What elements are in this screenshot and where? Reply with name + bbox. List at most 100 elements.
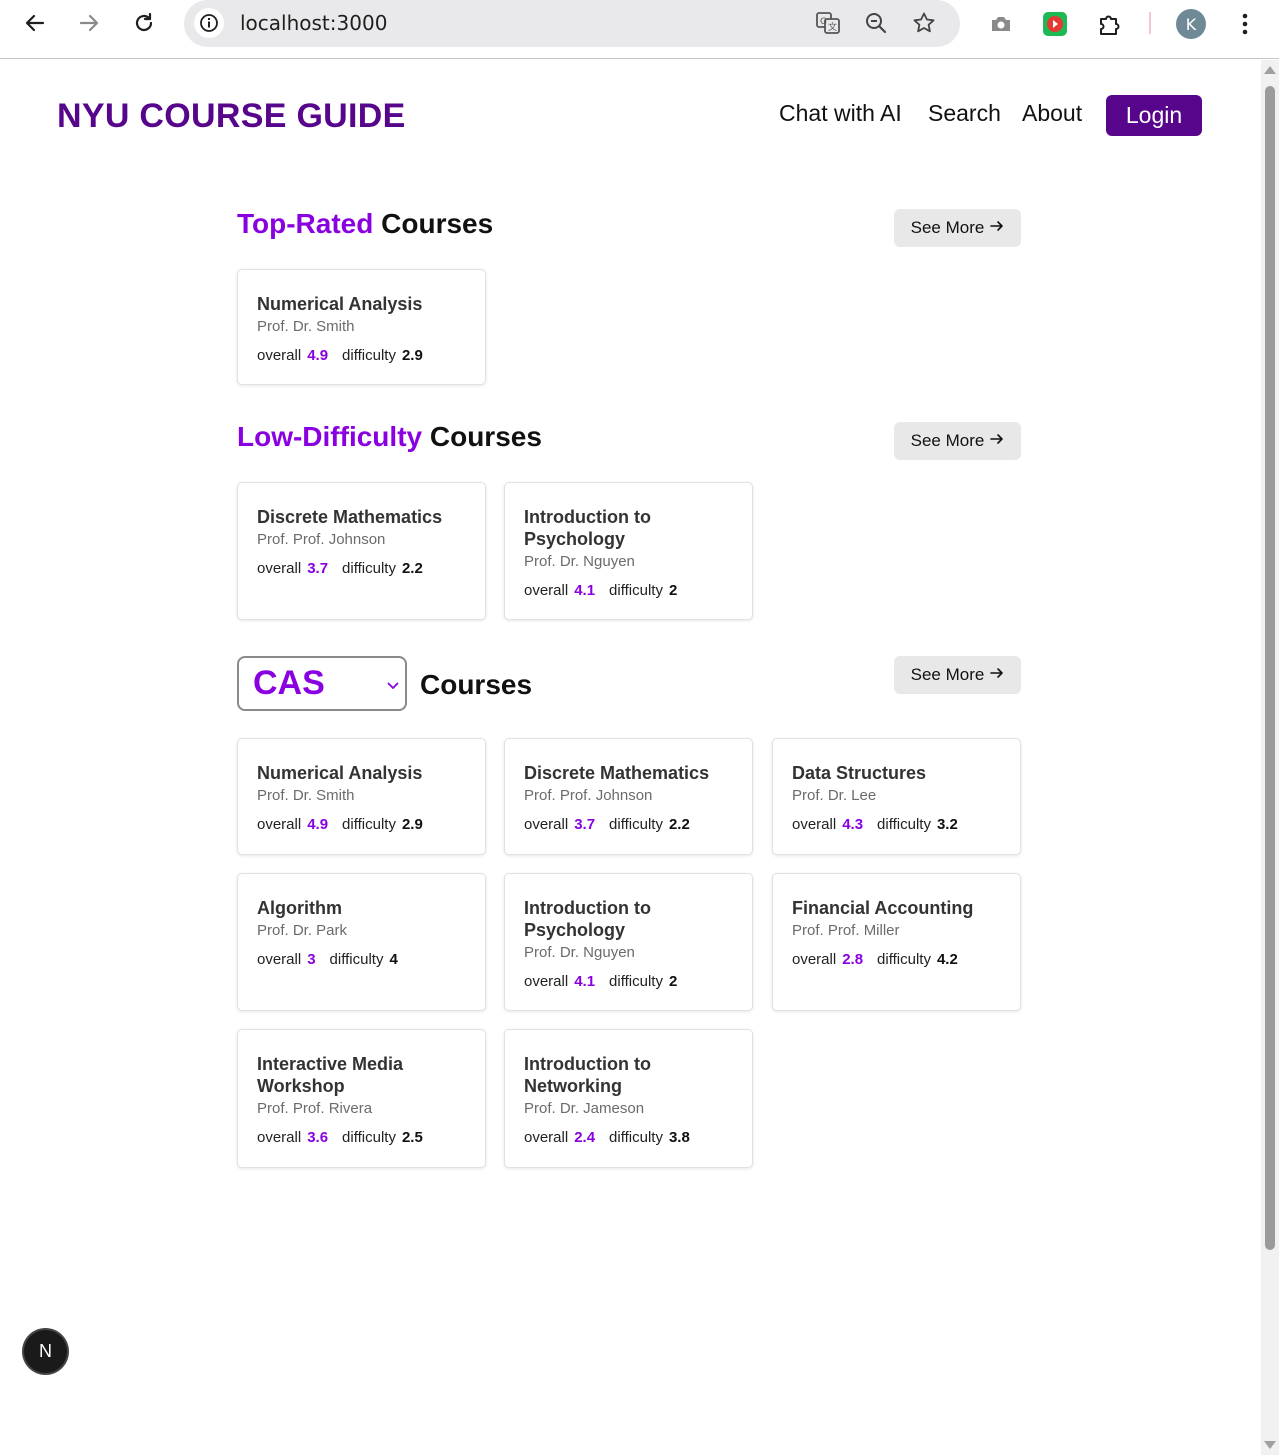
svg-text:文: 文 bbox=[828, 21, 837, 33]
toolbar-divider bbox=[1149, 12, 1151, 34]
difficulty-label: difficulty bbox=[877, 951, 931, 968]
scroll-down-icon[interactable] bbox=[1264, 1441, 1276, 1449]
difficulty-rating: 4 bbox=[389, 951, 398, 968]
course-professor: Prof. Dr. Smith bbox=[257, 318, 355, 335]
see-more-low-difficulty-button[interactable]: See More bbox=[894, 422, 1021, 460]
overall-label: overall bbox=[524, 582, 569, 599]
page-scrollbar[interactable] bbox=[1261, 60, 1279, 1455]
overall-rating: 3.6 bbox=[307, 1129, 329, 1146]
site-info-icon[interactable] bbox=[194, 8, 224, 38]
course-professor: Prof. Prof. Rivera bbox=[257, 1100, 373, 1117]
site-logo[interactable]: NYU COURSE GUIDE bbox=[57, 97, 406, 136]
course-card[interactable]: Introduction to Networking Prof. Dr. Jame… bbox=[504, 1029, 753, 1168]
difficulty-label: difficulty bbox=[342, 1129, 396, 1146]
difficulty-rating: 2.9 bbox=[401, 347, 423, 364]
course-title: Algorithm bbox=[257, 898, 342, 918]
scrollbar-thumb[interactable] bbox=[1265, 86, 1275, 1250]
nextjs-dev-badge[interactable]: N bbox=[24, 1330, 67, 1373]
login-button[interactable]: Login bbox=[1106, 95, 1202, 136]
difficulty-rating: 2.2 bbox=[668, 816, 690, 833]
course-professor: Prof. Dr. Nguyen bbox=[524, 553, 635, 570]
overall-rating: 3.7 bbox=[307, 560, 329, 577]
course-card[interactable]: Introduction to Psychology Prof. Dr. Nguy… bbox=[504, 873, 753, 1011]
course-stats: overall 4.9 difficulty 2.9 bbox=[257, 346, 466, 366]
course-card[interactable]: Data Structures Prof. Dr. Lee overall 4.3 di… bbox=[772, 738, 1021, 855]
course-professor: Prof. Prof. Miller bbox=[792, 922, 900, 939]
back-icon[interactable] bbox=[18, 6, 52, 40]
difficulty-rating: 2 bbox=[668, 973, 678, 990]
overall-rating: 2.4 bbox=[574, 1129, 596, 1146]
nav-chat-link[interactable]: Chat with AI bbox=[779, 100, 902, 127]
see-more-school-button[interactable]: See More bbox=[894, 656, 1021, 694]
translate-icon[interactable]: G文 bbox=[814, 9, 842, 37]
course-title: Introduction to Psychology bbox=[524, 898, 651, 940]
course-card[interactable]: Financial Accounting Prof. Prof. Miller ov… bbox=[772, 873, 1021, 1011]
difficulty-rating: 2.2 bbox=[401, 560, 423, 577]
arrow-right-icon bbox=[990, 431, 1004, 451]
overall-label: overall bbox=[257, 1129, 302, 1146]
difficulty-label: difficulty bbox=[609, 816, 663, 833]
school-select[interactable]: CAS bbox=[237, 656, 407, 711]
extension-video-icon[interactable] bbox=[1039, 8, 1071, 40]
zoom-icon[interactable] bbox=[862, 9, 890, 37]
overall-label: overall bbox=[257, 816, 302, 833]
overall-rating: 4.9 bbox=[307, 816, 329, 833]
extensions-puzzle-icon[interactable] bbox=[1094, 8, 1126, 40]
nav-search-link[interactable]: Search bbox=[928, 100, 1001, 127]
address-bar[interactable]: localhost:3000 G文 bbox=[184, 0, 960, 47]
difficulty-rating: 2.9 bbox=[401, 816, 423, 833]
overall-rating: 3 bbox=[307, 951, 316, 968]
chevron-down-icon bbox=[387, 677, 399, 695]
course-card[interactable]: Discrete Mathematics Prof. Prof. Johnson o… bbox=[237, 482, 486, 620]
course-title: Discrete Mathematics bbox=[524, 763, 710, 783]
course-title: Discrete Mathematics bbox=[257, 507, 443, 527]
course-professor: Prof. Dr. Jameson bbox=[524, 1100, 645, 1117]
difficulty-rating: 3.8 bbox=[668, 1129, 690, 1146]
school-select-value: CAS bbox=[253, 664, 325, 702]
profile-avatar[interactable]: K bbox=[1176, 9, 1206, 39]
course-professor: Prof. Prof. Johnson bbox=[257, 531, 386, 548]
course-card[interactable]: Numerical Analysis Prof. Dr. Smith overall… bbox=[237, 269, 486, 385]
reload-icon[interactable] bbox=[127, 6, 161, 40]
course-stats: overall 4.9 difficulty 2.9 bbox=[257, 815, 466, 835]
course-stats: overall 3.6 difficulty 2.5 bbox=[257, 1128, 466, 1148]
section-title-low-difficulty: Low-Difficulty Courses bbox=[237, 421, 542, 453]
nav-about-link[interactable]: About bbox=[1022, 100, 1082, 127]
course-stats: overall 4.1 difficulty 2 bbox=[524, 972, 733, 992]
camera-icon[interactable] bbox=[985, 8, 1017, 40]
course-card[interactable]: Introduction to Psychology Prof. Dr. Nguy… bbox=[504, 482, 753, 620]
scroll-up-icon[interactable] bbox=[1264, 66, 1276, 74]
course-card[interactable]: Numerical Analysis Prof. Dr. Smith overall… bbox=[237, 738, 486, 855]
course-card[interactable]: Interactive Media Workshop Prof. Prof. Ri… bbox=[237, 1029, 486, 1168]
overall-label: overall bbox=[257, 347, 302, 364]
course-title: Financial Accounting bbox=[792, 898, 974, 918]
section-title-rest: Courses bbox=[381, 208, 494, 239]
difficulty-label: difficulty bbox=[329, 951, 384, 968]
overall-label: overall bbox=[257, 951, 302, 968]
section-title-accent: Top-Rated bbox=[237, 208, 374, 239]
course-card[interactable]: Discrete Mathematics Prof. Prof. Johnson o… bbox=[504, 738, 753, 855]
menu-kebab-icon[interactable] bbox=[1229, 8, 1261, 40]
browser-toolbar: localhost:3000 G文 K bbox=[0, 0, 1279, 59]
difficulty-label: difficulty bbox=[342, 560, 396, 577]
difficulty-rating: 2.5 bbox=[401, 1129, 423, 1146]
difficulty-label: difficulty bbox=[342, 347, 396, 364]
see-more-top-rated-button[interactable]: See More bbox=[894, 209, 1021, 247]
forward-icon[interactable] bbox=[72, 6, 106, 40]
course-professor: Prof. Dr. Smith bbox=[257, 787, 355, 804]
course-title: Numerical Analysis bbox=[257, 763, 423, 783]
bookmark-star-icon[interactable] bbox=[910, 9, 938, 37]
overall-rating: 4.1 bbox=[574, 973, 596, 990]
difficulty-label: difficulty bbox=[609, 973, 663, 990]
overall-label: overall bbox=[524, 973, 569, 990]
overall-rating: 3.7 bbox=[574, 816, 596, 833]
course-card[interactable]: Algorithm Prof. Dr. Park overall 3 difficult… bbox=[237, 873, 486, 1011]
course-professor: Prof. Dr. Nguyen bbox=[524, 944, 635, 961]
section-title-school-courses: Courses bbox=[420, 669, 533, 700]
course-stats: overall 4.3 difficulty 3.2 bbox=[792, 815, 1001, 835]
course-professor: Prof. Prof. Johnson bbox=[524, 787, 653, 804]
svg-text:G: G bbox=[820, 17, 827, 27]
section-title-accent: Low-Difficulty bbox=[237, 421, 423, 452]
section-title-top-rated: Top-Rated Courses bbox=[237, 208, 493, 240]
url-text[interactable]: localhost:3000 bbox=[240, 11, 387, 35]
